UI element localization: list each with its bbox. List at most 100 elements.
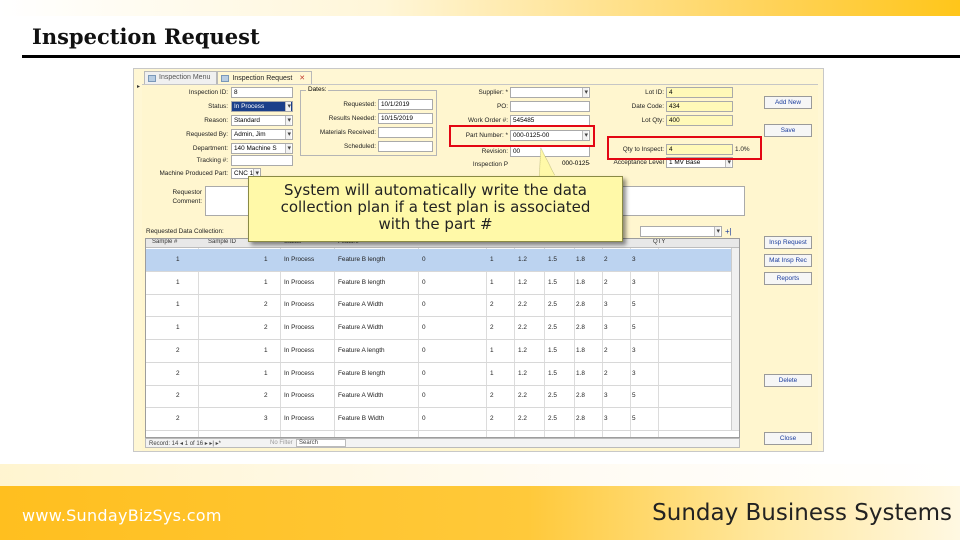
- table-cell[interactable]: 2: [176, 347, 180, 354]
- table-cell[interactable]: 1.8: [576, 279, 585, 286]
- tab-inspection-menu[interactable]: Inspection Menu: [144, 71, 218, 84]
- reports-button[interactable]: Reports: [764, 272, 812, 285]
- table-cell[interactable]: 3: [264, 415, 268, 422]
- supplier-select[interactable]: [510, 87, 590, 98]
- table-cell[interactable]: 1: [490, 370, 494, 377]
- table-cell[interactable]: 1: [176, 256, 180, 263]
- table-cell[interactable]: 1.5: [548, 279, 557, 286]
- table-cell[interactable]: 2.5: [548, 415, 557, 422]
- table-cell[interactable]: 1.8: [576, 347, 585, 354]
- table-cell[interactable]: 2: [490, 324, 494, 331]
- table-cell[interactable]: 1: [176, 301, 180, 308]
- grid-header-sample[interactable]: Sample #: [150, 239, 177, 248]
- table-cell[interactable]: 2.8: [576, 392, 585, 399]
- grid-scrollbar[interactable]: [731, 248, 739, 430]
- table-cell[interactable]: 3: [632, 256, 636, 263]
- table-cell[interactable]: 2: [264, 392, 268, 399]
- table-row[interactable]: 1 2 In Process Feature A Width 0 2 2.2 2.5 2.8 3 5: [146, 317, 739, 341]
- grid-search-input[interactable]: Search: [296, 439, 346, 447]
- requested-date-field[interactable]: 10/1/2019: [378, 99, 433, 110]
- table-cell[interactable]: 3: [604, 415, 608, 422]
- table-cell[interactable]: In Process: [284, 301, 314, 308]
- table-cell[interactable]: 1.5: [548, 370, 557, 377]
- table-cell[interactable]: 1: [264, 279, 268, 286]
- expand-arrow-icon[interactable]: ▸: [137, 83, 140, 90]
- tab-inspection-request[interactable]: Inspection Request ✕: [217, 71, 313, 84]
- department-select[interactable]: 140 Machine S: [231, 143, 293, 154]
- table-row[interactable]: 2 2 In Process Feature A Width 0 2 2.2 2.5 2.8 3 5: [146, 385, 739, 409]
- requested-by-select[interactable]: Admin, Jim: [231, 129, 293, 140]
- table-cell[interactable]: 2: [490, 392, 494, 399]
- lot-id-field[interactable]: 4: [666, 87, 733, 98]
- table-cell[interactable]: 2.8: [576, 301, 585, 308]
- table-cell[interactable]: In Process: [284, 392, 314, 399]
- no-filter-indicator[interactable]: No Filter: [270, 440, 293, 446]
- table-cell[interactable]: Feature B length: [338, 279, 385, 286]
- table-cell[interactable]: Feature B Width: [338, 415, 384, 422]
- table-cell[interactable]: In Process: [284, 279, 314, 286]
- table-row[interactable]: 31In ProcessFeature A length011.21.51.82…: [146, 431, 739, 437]
- close-button[interactable]: Close: [764, 432, 812, 445]
- table-cell[interactable]: 2: [176, 370, 180, 377]
- table-cell[interactable]: 0: [422, 370, 426, 377]
- inspection-id-field[interactable]: 8: [231, 87, 293, 98]
- table-cell[interactable]: 1.2: [518, 256, 527, 263]
- table-cell[interactable]: 1.5: [548, 256, 557, 263]
- table-cell[interactable]: 2.8: [576, 415, 585, 422]
- lot-qty-field[interactable]: 400: [666, 115, 733, 126]
- table-row[interactable]: 2 1 In Process Feature A length 0 1 1.2 1.5 1.8 2…: [146, 340, 739, 363]
- table-cell[interactable]: 5: [632, 392, 636, 399]
- table-cell[interactable]: 3: [632, 279, 636, 286]
- table-cell[interactable]: 1.2: [518, 279, 527, 286]
- table-cell[interactable]: Feature A Width: [338, 392, 383, 399]
- table-cell[interactable]: 0: [422, 392, 426, 399]
- table-cell[interactable]: 2: [604, 256, 608, 263]
- delete-button[interactable]: Delete: [764, 374, 812, 387]
- table-cell[interactable]: 1: [490, 256, 494, 263]
- table-cell[interactable]: 2: [176, 415, 180, 422]
- materials-received-field[interactable]: [378, 127, 433, 138]
- table-cell[interactable]: 2: [604, 370, 608, 377]
- table-cell[interactable]: Feature A Width: [338, 301, 383, 308]
- table-cell[interactable]: 1.8: [576, 256, 585, 263]
- record-nav-controls[interactable]: Record: 14 ◂ 1 of 16 ▸ ▸| ▸*: [149, 440, 221, 447]
- po-field[interactable]: [510, 101, 590, 112]
- table-cell[interactable]: 0: [422, 256, 426, 263]
- table-cell[interactable]: 1: [264, 256, 268, 263]
- status-select[interactable]: In Process: [231, 101, 293, 112]
- table-cell[interactable]: 2.2: [518, 324, 527, 331]
- table-cell[interactable]: 0: [422, 415, 426, 422]
- mat-insp-rec-button[interactable]: Mat Insp Rec: [764, 254, 812, 267]
- table-row[interactable]: 1 2 In Process Feature A Width 0 2 2.2 2.5 2.8 3 5: [146, 294, 739, 318]
- table-cell[interactable]: In Process: [284, 347, 314, 354]
- table-cell[interactable]: 2: [604, 347, 608, 354]
- table-cell[interactable]: 0: [422, 279, 426, 286]
- table-cell[interactable]: 1.8: [576, 370, 585, 377]
- insp-request-button[interactable]: Insp Request: [764, 236, 812, 249]
- table-cell[interactable]: 1: [176, 279, 180, 286]
- table-cell[interactable]: In Process: [284, 415, 314, 422]
- table-cell[interactable]: In Process: [284, 370, 314, 377]
- table-cell[interactable]: 1.2: [518, 347, 527, 354]
- table-cell[interactable]: 1: [490, 279, 494, 286]
- table-cell[interactable]: 2: [264, 324, 268, 331]
- table-cell[interactable]: 1.5: [548, 347, 557, 354]
- table-cell[interactable]: 1: [490, 347, 494, 354]
- table-cell[interactable]: 3: [604, 324, 608, 331]
- table-cell[interactable]: 5: [632, 324, 636, 331]
- table-cell[interactable]: 2.2: [518, 301, 527, 308]
- table-cell[interactable]: In Process: [284, 324, 314, 331]
- table-row[interactable]: 1 1 In Process Feature B length 0 1 1.2 1.5 1.8 2…: [146, 272, 739, 295]
- table-cell[interactable]: 2: [264, 301, 268, 308]
- table-cell[interactable]: 1: [264, 370, 268, 377]
- table-cell[interactable]: 0: [422, 324, 426, 331]
- close-tab-icon[interactable]: ✕: [299, 75, 305, 82]
- grid-header-sample-id[interactable]: Sample ID: [206, 239, 236, 248]
- table-cell[interactable]: 2: [604, 279, 608, 286]
- table-cell[interactable]: 2: [176, 392, 180, 399]
- table-cell[interactable]: Feature B length: [338, 370, 385, 377]
- data-collection-select[interactable]: [640, 226, 722, 237]
- table-row[interactable]: 2 3 In Process Feature B Width 0 2 2.2 2.5 2.8 3 5: [146, 408, 739, 431]
- table-cell[interactable]: 3: [632, 370, 636, 377]
- table-cell[interactable]: 2.5: [548, 301, 557, 308]
